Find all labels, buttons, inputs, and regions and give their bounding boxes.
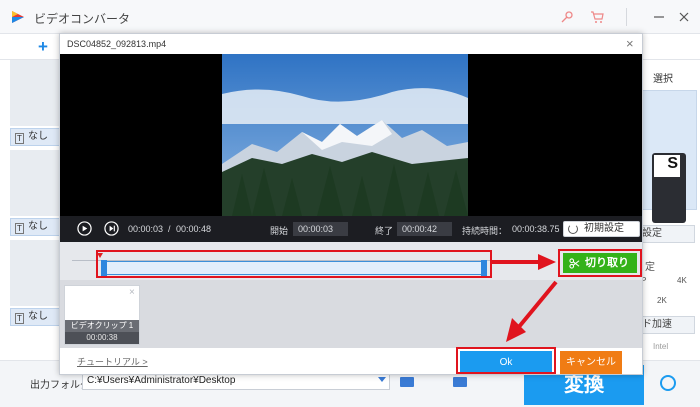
format-card[interactable]: S xyxy=(641,90,697,223)
resolution-4k: 4K xyxy=(677,276,687,285)
subtitle-label: なし xyxy=(28,131,48,142)
video-preview xyxy=(60,54,642,216)
app-title: ビデオコンバータ xyxy=(34,12,131,26)
titlebar-separator xyxy=(626,8,627,26)
settings-button[interactable]: 設定 xyxy=(637,225,695,243)
trim-dialog: DSC04852_092813.mp4 × 00:00:03 / 00:00:4… xyxy=(59,33,643,375)
start-label: 開始 xyxy=(270,226,289,236)
tutorial-link[interactable]: チュートリアル > xyxy=(77,355,148,368)
trim-timeline: 切り取り xyxy=(60,242,642,280)
file-thumbnail[interactable] xyxy=(10,150,60,216)
clip-close-icon[interactable]: × xyxy=(129,287,135,298)
app-titlebar: ビデオコンバータ xyxy=(0,0,700,34)
resolution-2k: 2K xyxy=(657,296,667,305)
text-icon: T xyxy=(15,223,24,234)
clip-card[interactable]: × ビデオクリップ 1 00:00:38 xyxy=(64,285,140,345)
key-icon[interactable] xyxy=(560,10,574,24)
alarm-icon[interactable] xyxy=(660,375,676,391)
close-app-icon[interactable] xyxy=(677,10,691,24)
file-thumbnail[interactable] xyxy=(10,240,60,306)
cart-icon[interactable] xyxy=(590,10,604,24)
file-list: T なし T なし T なし xyxy=(0,60,60,360)
total-time: 00:00:48 xyxy=(176,224,212,234)
end-label: 終了 xyxy=(375,226,394,236)
start-time-input[interactable]: 00:00:03 xyxy=(293,222,348,236)
format-badge: S xyxy=(654,155,680,177)
video-frame-image xyxy=(222,54,468,216)
clip-list: × ビデオクリップ 1 00:00:38 xyxy=(60,280,642,348)
reset-label: 初期設定 xyxy=(584,223,624,234)
dialog-title: DSC04852_092813.mp4 xyxy=(67,39,167,49)
annotation-box-cut xyxy=(558,249,642,277)
intel-label: Intel xyxy=(653,342,669,351)
play-icon[interactable] xyxy=(77,221,92,236)
folder-icon[interactable] xyxy=(400,377,414,387)
minimize-icon[interactable] xyxy=(652,10,666,24)
add-file-button[interactable]: + xyxy=(38,37,48,57)
current-time: 00:00:03 xyxy=(128,224,164,234)
reset-button[interactable]: 初期設定 xyxy=(563,221,640,237)
resolution-label: 定 xyxy=(645,262,655,273)
refresh-icon xyxy=(568,224,578,234)
subtitle-select[interactable]: T なし xyxy=(10,308,60,326)
close-icon[interactable]: × xyxy=(626,37,634,50)
text-icon: T xyxy=(15,133,24,144)
device-icon: S xyxy=(652,153,686,223)
annotation-box-timeline xyxy=(96,250,492,278)
chevron-down-icon[interactable] xyxy=(378,377,386,382)
dialog-footer: チュートリアル > Ok キャンセル xyxy=(60,347,642,374)
playback-controls: 00:00:03 / 00:00:48 開始 00:00:03 終了 00:00… xyxy=(60,216,642,242)
file-thumbnail[interactable] xyxy=(10,60,60,126)
open-folder-icon[interactable] xyxy=(453,377,467,387)
subtitle-label: なし xyxy=(28,311,48,322)
next-frame-icon[interactable] xyxy=(104,221,119,236)
subtitle-select[interactable]: T なし xyxy=(10,128,60,146)
text-icon: T xyxy=(15,313,24,324)
cancel-button[interactable]: キャンセル xyxy=(560,351,622,374)
dialog-titlebar: DSC04852_092813.mp4 × xyxy=(60,34,642,54)
time-separator: / xyxy=(168,224,171,234)
clip-name: ビデオクリップ 1 xyxy=(65,320,139,332)
app-logo-icon xyxy=(12,11,24,23)
format-select-label: 選択 xyxy=(653,74,673,85)
clip-duration: 00:00:38 xyxy=(65,332,139,344)
subtitle-select[interactable]: T なし xyxy=(10,218,60,236)
end-time-input[interactable]: 00:00:42 xyxy=(397,222,452,236)
duration-value: 00:00:38.75 xyxy=(512,224,560,234)
subtitle-label: なし xyxy=(28,221,48,232)
duration-label: 持続時間： xyxy=(462,226,508,236)
annotation-box-ok xyxy=(456,347,556,374)
hardware-accel-button[interactable]: ド加速 xyxy=(637,316,695,334)
